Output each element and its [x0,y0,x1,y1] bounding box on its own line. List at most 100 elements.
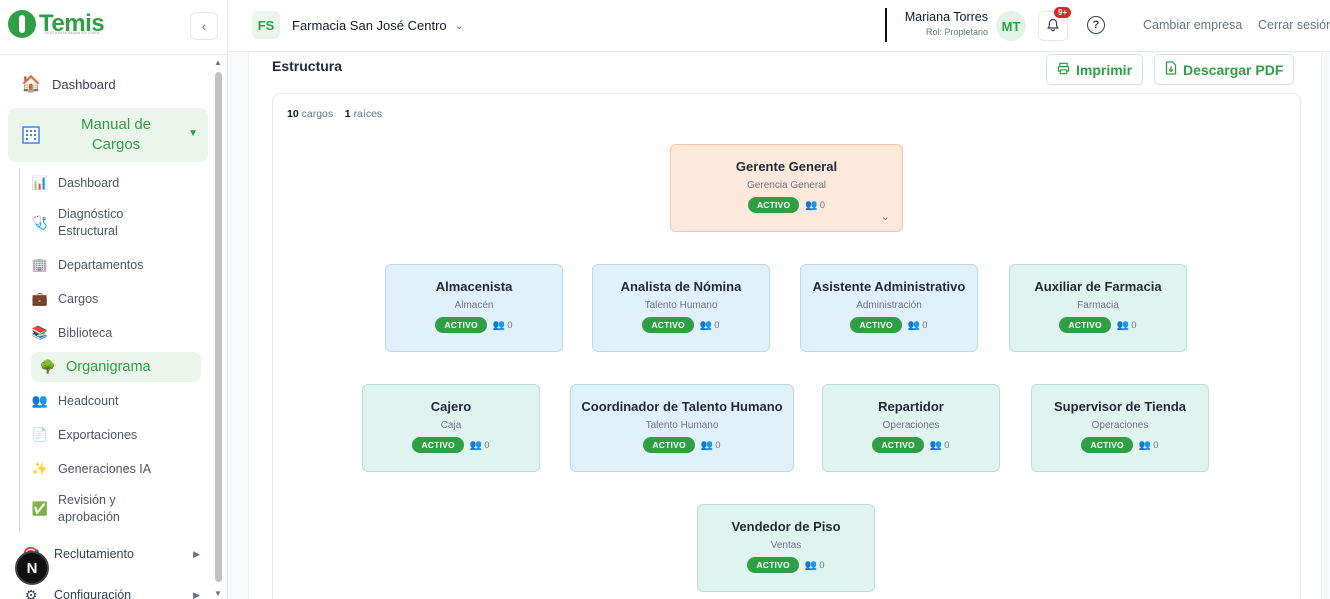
org-card-meta: ACTIVO 👥 0 [671,197,902,213]
building-icon [20,124,42,146]
count-value: 0 [819,199,826,211]
org-card-meta: ACTIVO 👥 0 [698,557,874,573]
status-badge: ACTIVO [412,437,464,453]
document-icon: 📄 [31,427,49,442]
sidebar-scrollbar[interactable]: ▲ ▼ [213,58,224,598]
sidebar-subitem-label: Revisión y aprobación [58,493,120,524]
org-card-dept: Farmacia [1077,300,1119,311]
sidebar-subitem-headcount[interactable]: 👥 Headcount [31,392,201,410]
sparkles-icon: ✨ [31,461,49,476]
building-icon: 🏢 [31,257,49,272]
org-stats: 10 cargos 1 raíces [287,108,382,120]
caret-right-icon: ▶ [193,548,200,559]
user-separator [885,8,887,42]
sidebar-item-configuracion[interactable]: ⚙ Configuración ▶ [20,584,200,599]
scroll-thumb[interactable] [215,72,222,582]
count-value: 0 [484,439,490,451]
floating-n-badge[interactable]: N [15,551,49,585]
sidebar-subitem-label: Headcount [58,394,119,408]
sidebar-item-dashboard[interactable]: 🏠 Dashboard [8,64,208,104]
raices-count: 1 [344,108,351,120]
change-company-link[interactable]: Cambiar empresa [1143,18,1242,32]
raices-label: raíces [353,108,383,120]
status-badge: ACTIVO [1081,437,1133,453]
org-card[interactable]: Supervisor de Tienda Operaciones ACTIVO … [1031,384,1209,472]
headcount-count: 👥 0 [470,440,490,451]
org-card-dept: Talento Humano [644,300,718,311]
org-card[interactable]: Asistente Administrativo Administración … [800,264,978,352]
status-badge: ACTIVO [747,557,799,573]
company-selector[interactable]: FS Farmacia San José Centro ⌄ [252,11,464,39]
cargos-label: cargos [301,108,334,120]
headcount-count: 👥 0 [930,440,950,451]
help-button[interactable]: ? [1087,16,1105,34]
gear-icon: ⚙ [24,586,38,599]
org-card-title: Almacenista [435,279,513,294]
sidebar-subitem-revision[interactable]: ✅ Revisión y aprobación [31,492,201,526]
sidebar: Temis GESTIÓN HUMANA EN LÍNEA ‹ 🏠 Dashbo… [0,0,228,599]
count-value: 0 [715,439,721,451]
people-icon: 👥 [929,439,943,451]
status-badge: ACTIVO [435,317,487,333]
collapse-sidebar-button[interactable]: ‹ [190,12,218,40]
status-badge: ACTIVO [850,317,902,333]
org-card-dept: Talento Humano [645,420,719,431]
org-card[interactable]: Cajero Caja ACTIVO 👥 0 [362,384,540,472]
sidebar-subitem-biblioteca[interactable]: 📚 Biblioteca [31,324,201,342]
subnav-line [19,168,20,532]
org-card-dept: Ventas [770,540,802,551]
logout-link[interactable]: Cerrar sesión [1258,18,1330,32]
sidebar-subitem-label: Generaciones IA [58,462,152,476]
print-button[interactable]: Imprimir [1046,54,1144,85]
org-card-meta: ACTIVO 👥 0 [593,317,769,333]
avatar[interactable]: MT [996,11,1026,41]
people-icon: 👥 [469,439,483,451]
org-card-title: Gerente General [735,159,838,174]
sidebar-group-label: Manual de Cargos [80,116,152,153]
people-icon: 👥 [700,439,714,451]
org-card[interactable]: Vendedor de Piso Ventas ACTIVO 👥 0 [697,504,875,592]
org-card-dept: Operaciones [1091,420,1149,431]
scroll-down-icon[interactable]: ▼ [214,589,222,598]
bar-chart-icon: 📊 [31,175,49,190]
status-badge: ACTIVO [642,317,694,333]
count-value: 0 [714,319,720,331]
status-badge: ACTIVO [747,197,800,213]
org-card[interactable]: Repartidor Operaciones ACTIVO 👥 0 [822,384,1000,472]
scroll-up-icon[interactable]: ▲ [214,58,222,67]
expand-chevron-icon[interactable]: ⌄ [881,210,890,223]
sidebar-subitem-diagnostico[interactable]: 🩺 Diagnóstico Estructural [31,206,201,240]
sidebar-subitem-label: Diagnóstico Estructural [58,207,124,238]
sidebar-subitem-generaciones-ia[interactable]: ✨ Generaciones IA [31,460,201,478]
headcount-count: 👥 0 [701,440,721,451]
org-card[interactable]: Analista de Nómina Talento Humano ACTIVO… [592,264,770,352]
sidebar-subitem-organigrama[interactable]: 🌳 Organigrama [31,352,201,382]
org-card[interactable]: Auxiliar de Farmacia Farmacia ACTIVO 👥 0 [1009,264,1187,352]
house-icon: 🏠 [21,76,41,93]
org-card[interactable]: Coordinador de Talento Humano Talento Hu… [570,384,794,472]
download-pdf-button[interactable]: Descargar PDF [1154,54,1295,85]
org-card-root[interactable]: Gerente General Gerencia General ACTIVO … [670,144,903,232]
sidebar-subitem-cargos[interactable]: 💼 Cargos [31,290,201,308]
bell-icon [1046,18,1060,35]
sidebar-subitem-departamentos[interactable]: 🏢 Departamentos [31,256,201,274]
count-value: 0 [922,319,928,331]
count-value: 0 [507,319,513,331]
sidebar-subitem-label: Biblioteca [58,326,113,340]
org-card[interactable]: Almacenista Almacén ACTIVO 👥 0 [385,264,563,352]
headcount-count: 👥 0 [700,320,720,331]
sidebar-subitem-label: Dashboard [58,176,120,190]
caret-right-icon: ▶ [193,589,200,599]
count-value: 0 [1153,439,1159,451]
checkbox-icon: ✅ [31,501,49,516]
tree-icon: 🌳 [39,359,57,374]
headcount-count: 👥 0 [908,320,928,331]
sidebar-group-manual-de-cargos[interactable]: Manual de Cargos ▼ [8,108,208,162]
sidebar-subitem-dashboard[interactable]: 📊 Dashboard [31,174,201,192]
briefcase-icon: 💼 [31,291,49,306]
org-card-title: Analista de Nómina [620,279,742,294]
sidebar-nav: 🏠 Dashboard Manual de Cargos ▼ [8,64,208,162]
people-icon: 👥 [1116,319,1130,331]
file-download-icon [1165,61,1177,78]
sidebar-subitem-exportaciones[interactable]: 📄 Exportaciones [31,426,201,444]
